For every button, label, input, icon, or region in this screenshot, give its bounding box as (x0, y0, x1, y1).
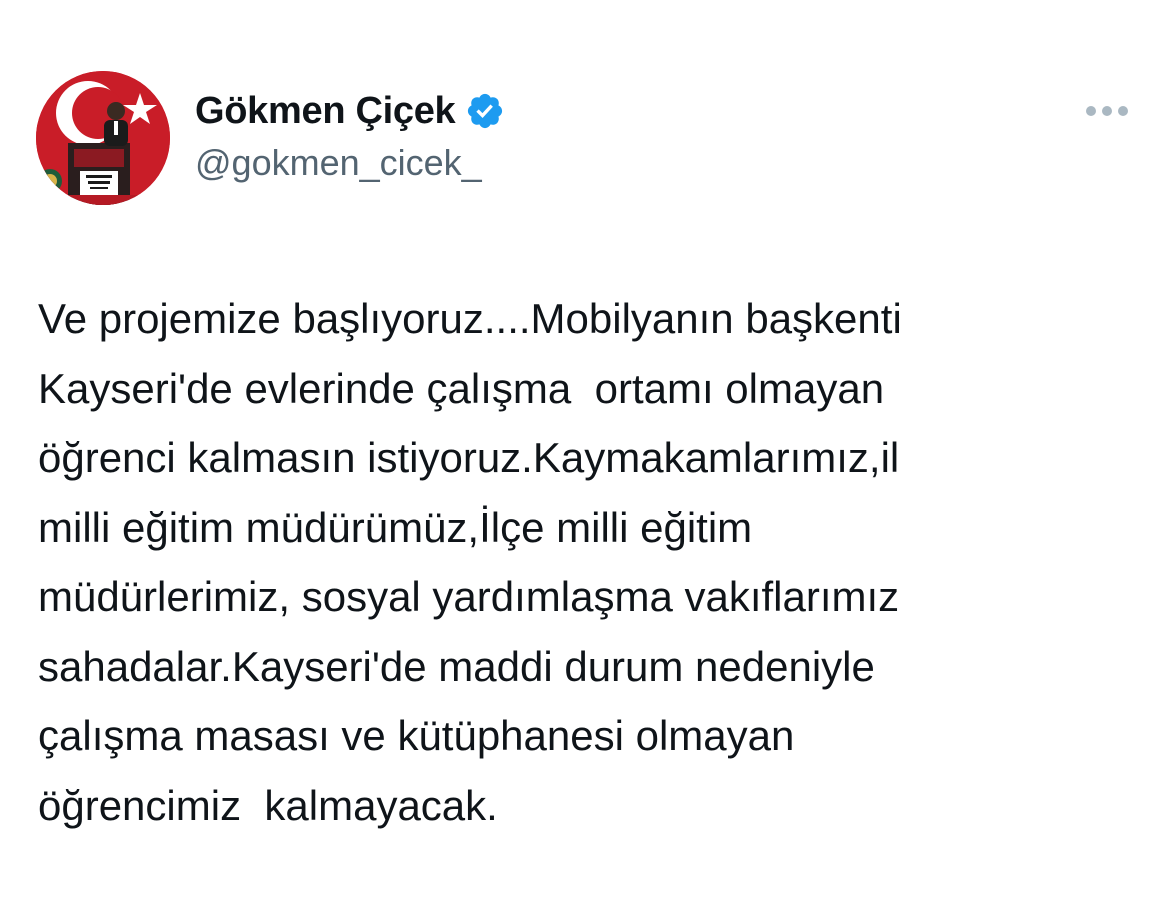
tweet-text-line: öğrenci kalmasın istiyoruz.Kaymakamlarım… (38, 434, 900, 481)
tweet-text-line: sahadalar.Kayseri'de maddi durum nedeniy… (38, 642, 875, 690)
tweet-text-line: milli eğitim müdürümüz,İlçe milli eğitim (38, 503, 753, 551)
tweet-text-line: Kayseri'de evlerinde çalışma ortamı olma… (38, 364, 885, 412)
name-row: Gökmen Çiçek (195, 86, 505, 136)
tweet-text-line: Ve projemize başlıyoruz....Mobilyanın ba… (38, 295, 902, 342)
author-handle[interactable]: @gokmen_cicek_ (195, 142, 505, 184)
tweet-text-line: müdürlerimiz, sosyal yardımlaşma vakıfla… (38, 573, 900, 620)
tweet-card: Gökmen Çiçek @gokmen_cicek_ Ve projemize… (0, 0, 1170, 907)
author-block: Gökmen Çiçek @gokmen_cicek_ (195, 86, 505, 206)
verified-badge-icon (465, 91, 505, 131)
avatar[interactable] (36, 71, 170, 205)
more-options-icon[interactable] (1082, 96, 1132, 126)
tweet-text-line: çalışma masası ve kütüphanesi olmayan (38, 712, 795, 759)
avatar-image (36, 71, 170, 205)
tweet-text-line: öğrencimiz kalmayacak. (38, 781, 498, 829)
tweet-text: Ve projemize başlıyoruz....Mobilyanın ba… (38, 284, 1138, 840)
author-display-name[interactable]: Gökmen Çiçek (195, 90, 456, 133)
